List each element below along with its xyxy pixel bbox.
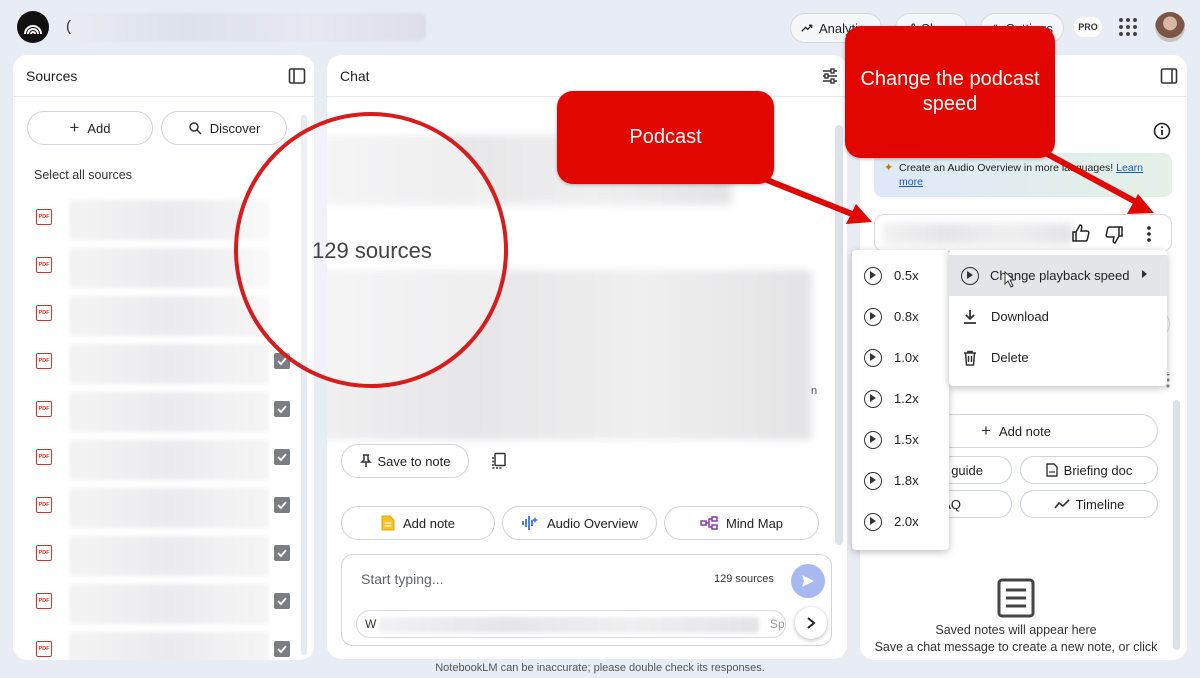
mouse-cursor-icon xyxy=(1004,270,1016,288)
disclaimer-text: NotebookLM can be inaccurate; please dou… xyxy=(435,662,765,674)
podcast-arrow-line xyxy=(760,175,864,221)
zoomed-source-count: 129 sources xyxy=(312,238,432,263)
podcast-callout: Podcast xyxy=(557,91,774,184)
change-speed-callout: Change the podcast speed xyxy=(845,26,1055,158)
speed-arrow-line xyxy=(1038,147,1147,210)
